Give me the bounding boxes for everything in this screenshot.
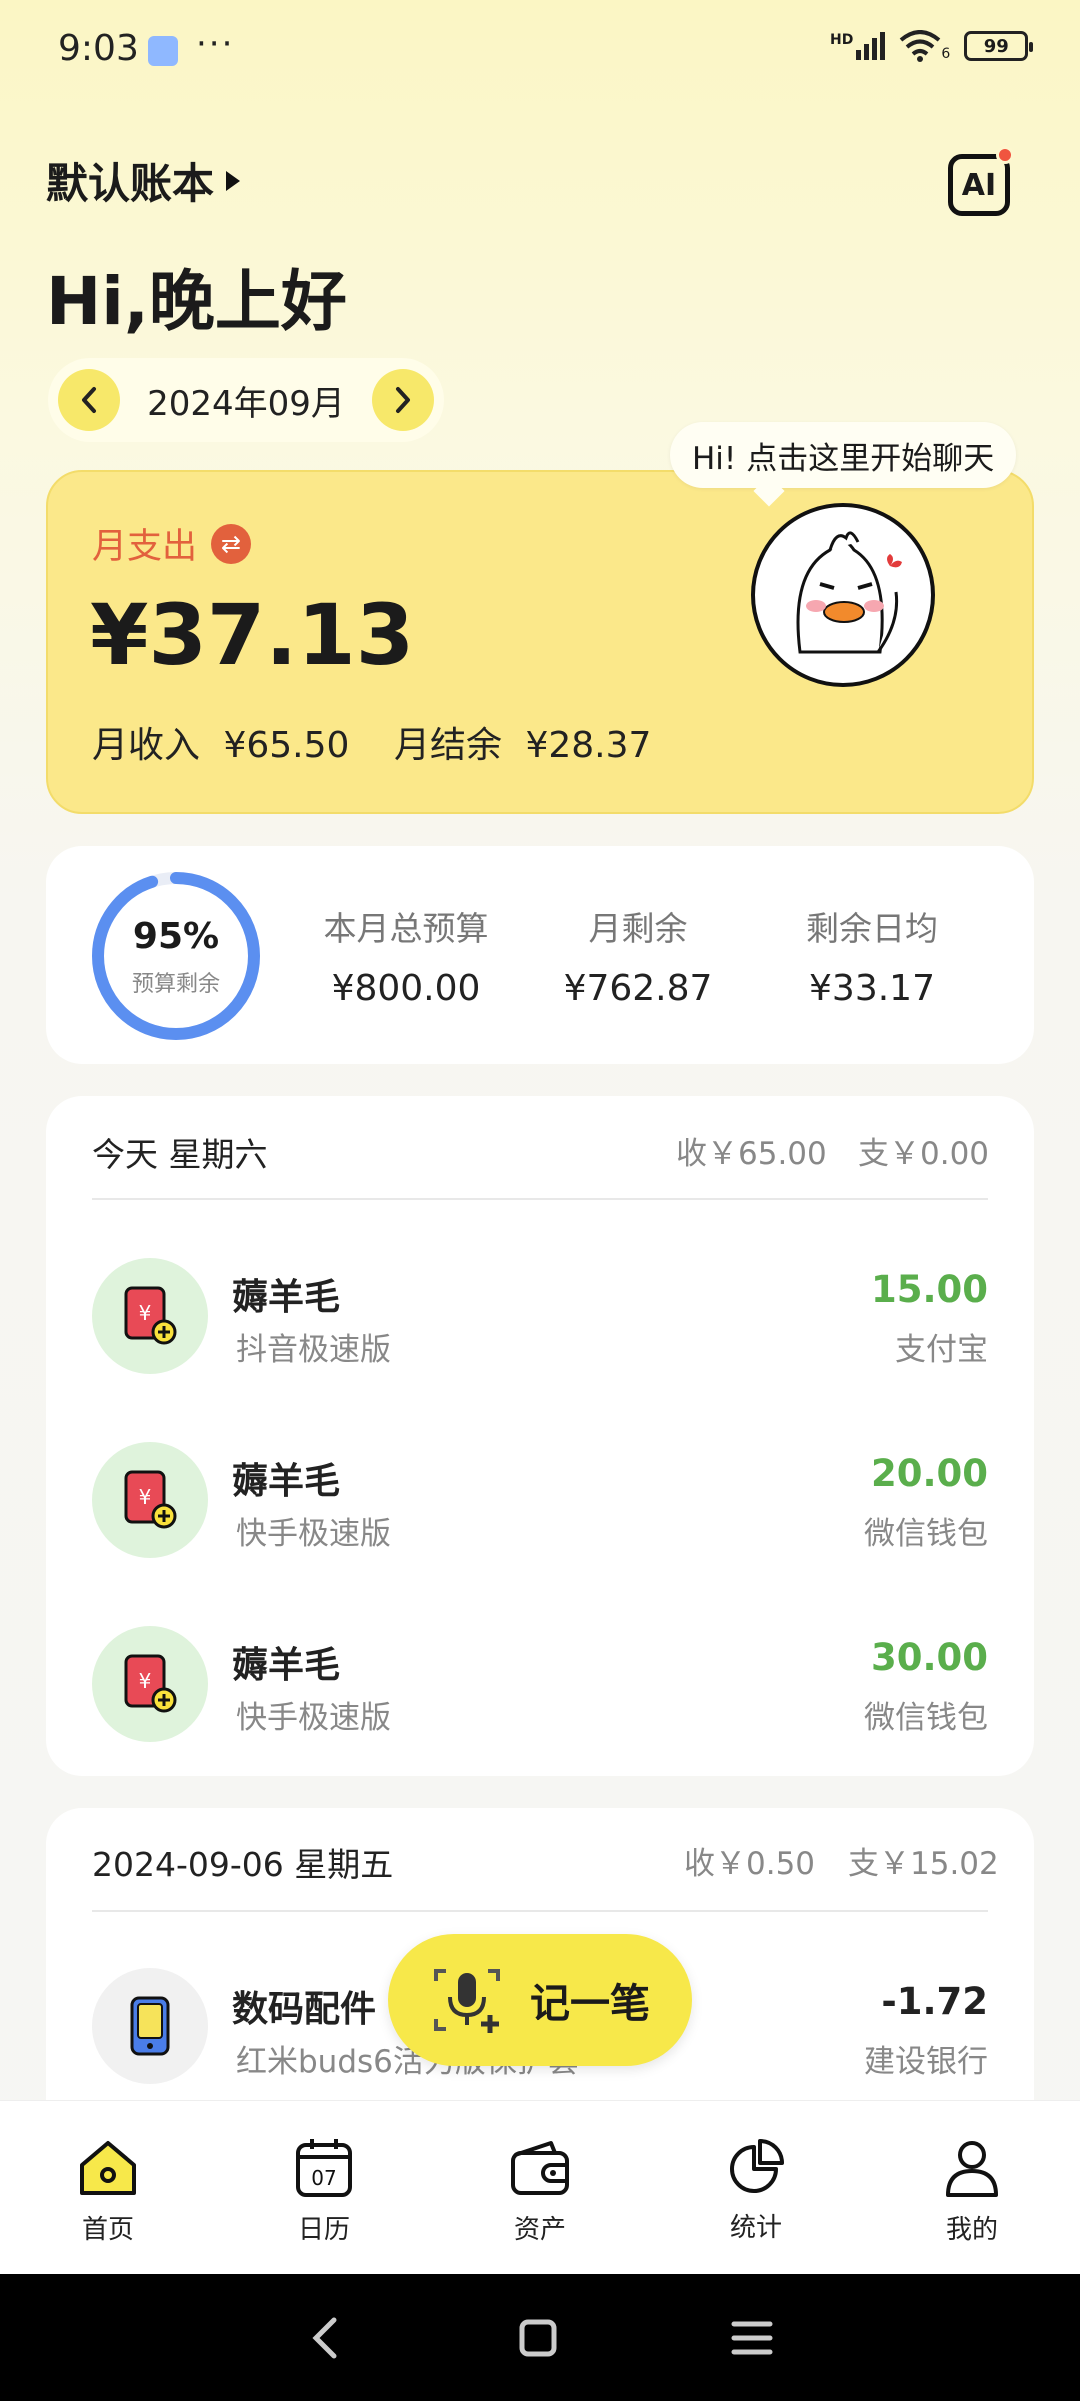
income-summary: 月收入 ¥65.50 [92, 716, 349, 768]
day-expense-total: 支￥15.02 [848, 1846, 999, 1882]
wifi-icon: 6 [899, 30, 950, 62]
expense-amount: ¥37.13 [90, 586, 415, 684]
nav-assets-label: 资产 [513, 2215, 566, 2245]
svg-text:¥: ¥ [139, 1669, 152, 1693]
wifi-label: 6 [941, 46, 951, 62]
transaction-account: 微信钱包 [864, 1700, 988, 1736]
total-budget-label: 本月总预算 [323, 909, 489, 948]
battery-icon: 99 [964, 31, 1034, 61]
red-packet-icon: ¥ [92, 1258, 208, 1374]
transaction-amount: 20.00 [870, 1452, 988, 1495]
home-button-icon[interactable] [518, 2318, 558, 2358]
transaction-title[interactable]: 薅羊毛 [232, 1452, 340, 1504]
prev-month-button[interactable] [58, 369, 120, 431]
daily-remaining-value: ¥33.17 [809, 968, 935, 1009]
day-expense-total: 支￥0.00 [858, 1136, 990, 1172]
day-header-title: 今天 星期六 [92, 1135, 268, 1174]
expense-label[interactable]: 月支出 ⇄ [92, 518, 252, 569]
ledger-name: 默认账本 [46, 159, 215, 208]
transaction-amount: -1.72 [881, 1980, 988, 2023]
profile-icon [946, 2141, 998, 2197]
month-remaining-label: 月剩余 [588, 909, 688, 948]
phone-accessory-icon [92, 1968, 208, 2084]
duck-mascot-avatar[interactable] [750, 502, 936, 688]
budget-percent: 95% [132, 916, 220, 957]
nav-home[interactable]: 首页 [0, 2101, 216, 2274]
nav-statistics-label: 统计 [729, 2213, 782, 2243]
daily-remaining: 剩余日均 ¥33.17 [752, 902, 992, 1009]
chat-bubble[interactable]: Hi! 点击这里开始聊天 [670, 422, 1017, 488]
transaction-note: 抖音极速版 [236, 1332, 391, 1368]
expense-label-text: 月支出 [92, 527, 198, 567]
balance-summary: 月结余 ¥28.37 [394, 716, 651, 768]
transaction-account: 建设银行 [864, 2044, 988, 2080]
balance-label: 月结余 [394, 725, 503, 766]
voice-add-icon [434, 1969, 500, 2033]
swap-icon[interactable]: ⇄ [211, 523, 252, 564]
home-icon [80, 2141, 136, 2195]
transaction-title[interactable]: 薅羊毛 [232, 1268, 340, 1320]
back-icon[interactable] [306, 2316, 346, 2360]
balance-amount: ¥28.37 [525, 725, 652, 766]
caret-right-icon [226, 170, 241, 191]
total-budget: 本月总预算 ¥800.00 [286, 902, 526, 1009]
status-time: 9:03 [58, 28, 139, 69]
daily-remaining-label: 剩余日均 [806, 909, 938, 948]
svg-text:¥: ¥ [139, 1301, 152, 1325]
income-label: 月收入 [92, 725, 201, 766]
nav-calendar[interactable]: 07 日历 [216, 2101, 432, 2274]
calendar-date-badge: 07 [311, 2166, 336, 2190]
chevron-left-icon [82, 387, 96, 413]
nav-statistics[interactable]: 统计 [648, 2101, 864, 2274]
red-packet-icon: ¥ [92, 1626, 208, 1742]
system-navigation-bar [0, 2274, 1080, 2401]
divider [92, 1910, 988, 1912]
transaction-title[interactable]: 数码配件 [232, 1980, 376, 2032]
nav-profile-label: 我的 [945, 2215, 998, 2245]
budget-percent-caption: 预算剩余 [131, 972, 220, 997]
add-record-label: 记一笔 [530, 1981, 650, 2027]
transaction-amount: 15.00 [870, 1268, 988, 1311]
day-income-total: 收￥0.50 [684, 1846, 816, 1882]
transaction-note: 快手极速版 [236, 1516, 391, 1552]
nav-calendar-label: 日历 [297, 2215, 350, 2245]
greeting-title: Hi,晚上好 [46, 263, 347, 340]
ledger-selector[interactable]: 默认账本 [46, 150, 241, 211]
recents-icon[interactable] [730, 2318, 774, 2358]
transaction-title[interactable]: 薅羊毛 [232, 1636, 340, 1688]
divider [92, 1198, 988, 1200]
svg-text:¥: ¥ [139, 1485, 152, 1509]
calendar-icon: 07 [296, 2139, 352, 2197]
signal-hd-label: HD [830, 32, 854, 48]
transaction-amount: 30.00 [870, 1636, 988, 1679]
wallet-icon [511, 2141, 569, 2195]
total-budget-value: ¥800.00 [331, 968, 481, 1009]
transaction-account: 微信钱包 [864, 1516, 988, 1552]
nav-home-label: 首页 [81, 2215, 134, 2245]
app-notification-icon [148, 36, 178, 66]
day-income-total: 收￥65.00 [676, 1136, 827, 1172]
chevron-right-icon [395, 387, 410, 413]
notification-dot [996, 146, 1014, 164]
month-remaining-value: ¥762.87 [563, 968, 713, 1009]
current-month[interactable]: 2024年09月 [147, 376, 345, 425]
pie-chart-icon [730, 2139, 784, 2193]
day-header-title: 2024-09-06 星期五 [92, 1845, 394, 1884]
more-notifications-icon: ··· [196, 24, 235, 64]
next-month-button[interactable] [371, 369, 434, 431]
status-indicators: HD 6 99 [830, 30, 1034, 62]
transaction-account: 支付宝 [895, 1332, 988, 1368]
month-remaining: 月剩余 ¥762.87 [518, 902, 758, 1009]
transaction-note: 快手极速版 [236, 1700, 391, 1736]
add-record-button[interactable]: 记一笔 [388, 1934, 692, 2066]
nav-assets[interactable]: 资产 [432, 2101, 648, 2274]
red-packet-icon: ¥ [92, 1442, 208, 1558]
income-amount: ¥65.50 [223, 725, 350, 766]
month-switcher: 2024年09月 [48, 358, 444, 442]
bottom-navigation: 首页 07 日历 资产 统计 我的 [0, 2100, 1080, 2274]
signal-icon: HD [830, 32, 886, 60]
nav-profile[interactable]: 我的 [864, 2101, 1080, 2274]
